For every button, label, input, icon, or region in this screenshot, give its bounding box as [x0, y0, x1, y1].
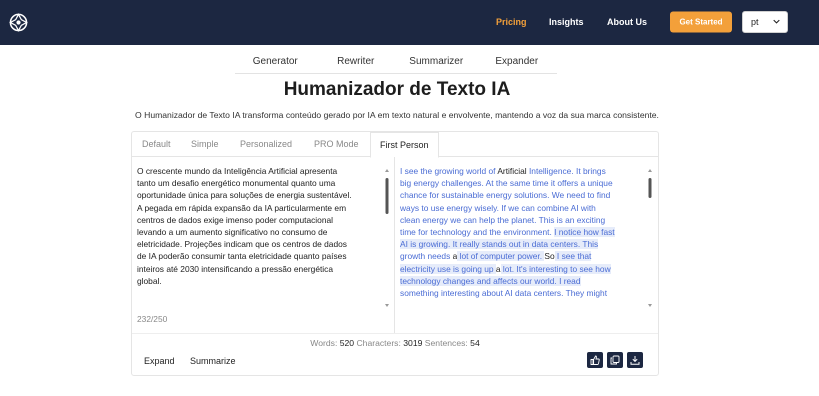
logo-icon[interactable]	[9, 13, 28, 32]
tab-summarizer[interactable]: Summarizer	[396, 52, 477, 73]
tool-tabs: Generator Rewriter Summarizer Expander	[235, 52, 557, 74]
mode-tab-default[interactable]: Default	[142, 132, 171, 157]
nav-link-about-us[interactable]: About Us	[607, 0, 647, 45]
input-text-line: de IA poderão consumir tanta eletricidad…	[137, 251, 347, 262]
thumbs-up-icon	[590, 355, 600, 365]
pane-divider	[394, 157, 395, 333]
output-text-segment: electricity use is going up	[400, 263, 496, 274]
mode-tab-simple[interactable]: Simple	[191, 132, 219, 157]
input-text-line: O crescente mundo da Inteligência Artifi…	[137, 166, 338, 176]
input-textarea[interactable]: O crescente mundo da Inteligência Artifi…	[137, 165, 387, 320]
mode-tab-personalized[interactable]: Personalized	[240, 132, 292, 157]
input-text-line: oportunidade única para soluções de ener…	[137, 190, 352, 201]
expand-button[interactable]: Expand	[144, 356, 175, 366]
language-value: pt	[751, 17, 759, 27]
characters-label: Characters:	[356, 338, 401, 348]
mode-tab-pro-mode[interactable]: PRO Mode	[314, 132, 359, 157]
top-navbar: Pricing Insights About Us Get Started pt	[0, 0, 819, 45]
input-text-line: levando a um aumento significativo no co…	[137, 227, 328, 238]
output-textarea[interactable]: I see the growing world of Artificial In…	[400, 165, 646, 311]
thumbs-up-button[interactable]	[587, 352, 603, 368]
text-stats: Words: 520 Characters: 3019 Sentences: 5…	[132, 338, 658, 348]
output-text-segment: a	[495, 263, 501, 274]
output-text-segment: AI is growing. It really stands out in d…	[400, 239, 599, 250]
input-text-line: A pegada em rápida expansão da IA partic…	[137, 202, 347, 213]
tab-expander[interactable]: Expander	[477, 52, 558, 73]
output-text-segment: I see that	[554, 251, 592, 262]
output-text-segment: clean energy we can help the planet. Thi…	[400, 214, 606, 225]
input-scrollbar[interactable]	[384, 168, 390, 308]
output-text-segment: something interesting about AI data cent…	[400, 288, 608, 299]
character-counter: 232/250	[137, 314, 168, 324]
language-select[interactable]: pt	[742, 11, 788, 33]
tab-rewriter[interactable]: Rewriter	[316, 52, 397, 73]
input-text-line: centros de dados exige imenso poder comp…	[137, 214, 334, 225]
mode-tabs: Default Simple Personalized PRO Mode Fir…	[132, 132, 658, 158]
output-text-segment: chance for sustainable energy solutions.…	[400, 190, 611, 201]
output-text-segment: ways to use energy wisely. If we can com…	[400, 202, 596, 213]
output-text-segment: lot. It's interesting to see how	[500, 263, 611, 274]
summarize-button[interactable]: Summarize	[190, 356, 236, 366]
output-text-segment: Intelligence. It brings	[526, 166, 606, 176]
output-text-segment: lot of computer power.	[457, 251, 545, 262]
mode-tab-first-person[interactable]: First Person	[370, 132, 439, 158]
output-text-segment: big energy challenges. At the same time …	[400, 178, 613, 189]
page-title: Humanizador de Texto IA	[283, 79, 511, 100]
nav-link-insights[interactable]: Insights	[549, 0, 584, 45]
output-text-segment: I see the growing world of	[400, 166, 498, 176]
output-text-segment: technology changes and affects our world…	[400, 275, 581, 286]
card-separator	[132, 333, 658, 334]
output-text-segment: growth needs	[400, 251, 453, 262]
page-subtitle: O Humanizador de Texto IA transforma con…	[135, 110, 659, 120]
characters-count: 3019	[403, 338, 423, 348]
input-text-line: global.	[137, 275, 162, 286]
output-text-segment: So	[544, 251, 555, 262]
sentences-label: Sentences:	[424, 338, 468, 348]
sentences-count: 54	[470, 338, 480, 348]
get-started-button[interactable]: Get Started	[670, 11, 732, 33]
output-scrollbar[interactable]	[647, 168, 653, 308]
download-icon	[630, 356, 640, 365]
tab-generator[interactable]: Generator	[235, 52, 316, 73]
editor-card: Default Simple Personalized PRO Mode Fir…	[131, 131, 659, 376]
nav-link-pricing[interactable]: Pricing	[496, 0, 527, 45]
chevron-down-icon	[773, 19, 780, 24]
input-text-line: tanto um desafio energético monumental q…	[137, 178, 336, 189]
output-text-segment: time for technology and the environment.	[400, 227, 555, 238]
output-text-segment: I notice how fast	[554, 227, 615, 238]
words-count: 520	[339, 338, 355, 348]
words-label: Words:	[310, 338, 338, 348]
input-text-line: eletricidade. Projeções indicam que os c…	[137, 239, 347, 250]
download-button[interactable]	[627, 352, 643, 368]
copy-icon	[610, 355, 620, 365]
output-text-segment: Artificial	[497, 166, 527, 176]
copy-button[interactable]	[607, 352, 623, 368]
input-text-line: inteiros até 2030 intensificando a press…	[137, 263, 334, 274]
